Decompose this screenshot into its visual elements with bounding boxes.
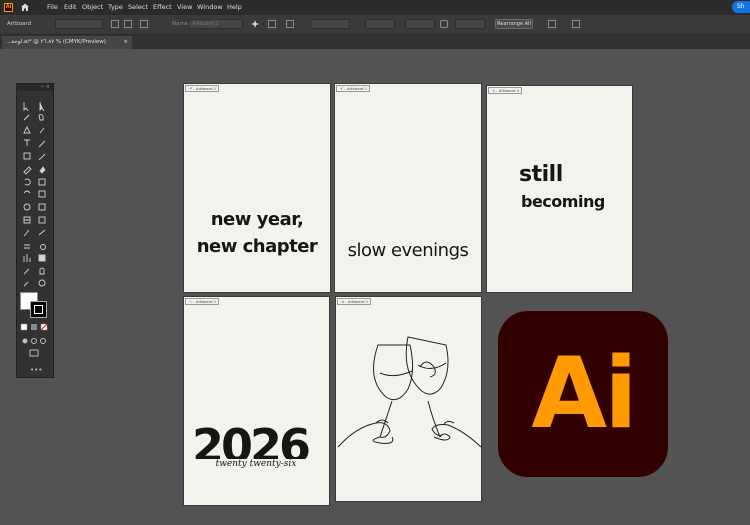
- menu-help[interactable]: Help: [227, 3, 242, 11]
- draw-behind-icon: [31, 338, 37, 344]
- gradient-icon: [31, 324, 37, 330]
- magnify-symbol-icon: [40, 244, 46, 250]
- artboard-01[interactable]: ٠١ - Artboard 1 2026 twenty twenty-six: [183, 296, 330, 506]
- document-tab-bar: ...لوحة.ai* @ ٢٦.٨٧ % (CMYK/Preview) ×: [0, 35, 750, 49]
- illustrator-logo: Ai: [498, 311, 668, 477]
- zoom-tool-icon: [38, 279, 46, 287]
- menu-edit[interactable]: Edit: [64, 3, 77, 11]
- app-logo: Ai: [4, 3, 13, 12]
- poster-text-line: becoming: [521, 192, 605, 211]
- rectangle-tool-icon: [23, 152, 31, 160]
- menu-type[interactable]: Type: [108, 3, 123, 11]
- control-bar: Artboard Name: Artboard 1 Rearrange All: [0, 15, 750, 35]
- blend-tool-icon: [38, 229, 46, 236]
- document-tab[interactable]: ...لوحة.ai* @ ٢٦.٨٧ % (CMYK/Preview) ×: [2, 36, 132, 49]
- landscape-icon[interactable]: [124, 20, 132, 28]
- artboard-03[interactable]: ٠٣ - Artboard 1 new year, new chapter: [183, 83, 331, 293]
- artboard-options-icon[interactable]: [268, 20, 276, 28]
- line-tool-icon: [38, 140, 46, 148]
- move-copy-artwork-icon[interactable]: [250, 19, 260, 29]
- poster-text-line: new year,: [210, 209, 304, 230]
- color-icon: [20, 323, 28, 331]
- menu-bar: Ai File Edit Object Type Select Effect V…: [0, 0, 750, 15]
- artboard-label: ٠٣ - Artboard 1: [185, 85, 220, 92]
- artboard-04[interactable]: ٠٤ - Artboard 1 still becoming: [486, 85, 633, 293]
- draw-inside-icon: [40, 338, 46, 344]
- artboard-label: ٠٤ - Artboard 1: [488, 87, 523, 94]
- direct-selection-tool-icon: [39, 102, 45, 112]
- artboard-label: Artboard: [7, 21, 32, 27]
- menu-effect[interactable]: Effect: [153, 3, 172, 11]
- menu-object[interactable]: Object: [82, 3, 103, 11]
- artboard-label: ٠٢ - Artboard 1: [336, 85, 371, 92]
- width-field[interactable]: [405, 19, 435, 29]
- artboard-tool-icon: [38, 254, 46, 262]
- paintbrush-tool-icon: [38, 153, 46, 161]
- grid-icon[interactable]: [286, 20, 294, 28]
- artboard-label: ٠١ - Artboard 1: [185, 298, 220, 305]
- poster-text-line: still: [519, 162, 563, 187]
- gradient-tool-icon: [38, 216, 46, 224]
- symbol-sprayer-tool-icon: [24, 244, 30, 249]
- shape-builder-tool-icon: [23, 203, 31, 211]
- mesh-tool-icon: [23, 216, 31, 224]
- document-tab-title: ...لوحة.ai* @ ٢٦.٨٧ % (CMYK/Preview): [6, 39, 106, 45]
- share-button[interactable]: Sh: [732, 1, 750, 13]
- menu-view[interactable]: View: [177, 3, 192, 11]
- lasso-tool-icon: [38, 114, 44, 121]
- height-field[interactable]: [455, 19, 485, 29]
- warp-tool-icon: [23, 190, 31, 194]
- color-mode-buttons: [20, 323, 48, 331]
- menu-file[interactable]: File: [47, 3, 58, 11]
- draw-normal-icon: [22, 338, 28, 344]
- eraser-tool-icon: [39, 166, 46, 174]
- y-field[interactable]: [365, 19, 395, 29]
- poster-text-line: slow evenings: [347, 240, 469, 261]
- magic-wand-tool-icon: [23, 114, 30, 121]
- shaper-tool-icon: [23, 166, 32, 175]
- more-tools-icon[interactable]: •••: [30, 366, 42, 374]
- menu-select[interactable]: Select: [128, 3, 148, 11]
- rearrange-all-button[interactable]: Rearrange All: [495, 19, 533, 29]
- stroke-color-swatch[interactable]: [30, 301, 47, 318]
- free-transform-tool-icon: [38, 190, 46, 198]
- artboard-05[interactable]: ٠٥ - Artboard 1: [335, 296, 482, 502]
- screen-mode-icon: [29, 349, 39, 357]
- curvature-tool-icon: [39, 127, 45, 134]
- column-graph-tool-icon: [23, 254, 31, 262]
- artboards-panel-icon[interactable]: [548, 20, 556, 28]
- slice-tool-icon: [23, 268, 30, 275]
- link-icon[interactable]: [440, 20, 448, 28]
- illustrator-logo-text: Ai: [531, 337, 637, 451]
- poster-text-line: new chapter: [196, 236, 318, 257]
- wine-glasses-toast-illustration: [337, 336, 482, 448]
- pen-tool-icon: [23, 125, 31, 134]
- rotate-view-tool-icon: [23, 281, 29, 287]
- hand-tool-icon: [39, 267, 45, 275]
- draw-mode-buttons: [22, 338, 46, 357]
- menu-window[interactable]: Window: [197, 3, 223, 11]
- perspective-grid-tool-icon: [38, 203, 46, 211]
- type-tool-icon: [24, 139, 30, 146]
- name-field[interactable]: Artboard 1: [188, 19, 243, 29]
- new-artboard-icon[interactable]: [140, 20, 148, 28]
- rotate-tool-icon: [24, 178, 31, 186]
- preset-dropdown[interactable]: [55, 19, 103, 29]
- export-icon[interactable]: [572, 20, 580, 28]
- selection-tool-icon: [23, 102, 29, 112]
- scale-tool-icon: [38, 178, 46, 186]
- artboard-02[interactable]: ٠٢ - Artboard 1 slow evenings: [334, 83, 482, 293]
- eyedropper-tool-icon: [23, 229, 30, 237]
- x-field[interactable]: [310, 19, 350, 29]
- artboard-label: ٠٥ - Artboard 1: [337, 298, 372, 305]
- tools-grid: [23, 102, 46, 287]
- home-icon[interactable]: [20, 2, 30, 12]
- close-tab-icon[interactable]: ×: [123, 36, 128, 49]
- portrait-icon[interactable]: [111, 20, 119, 28]
- poster-script-text: twenty twenty-six: [192, 459, 320, 470]
